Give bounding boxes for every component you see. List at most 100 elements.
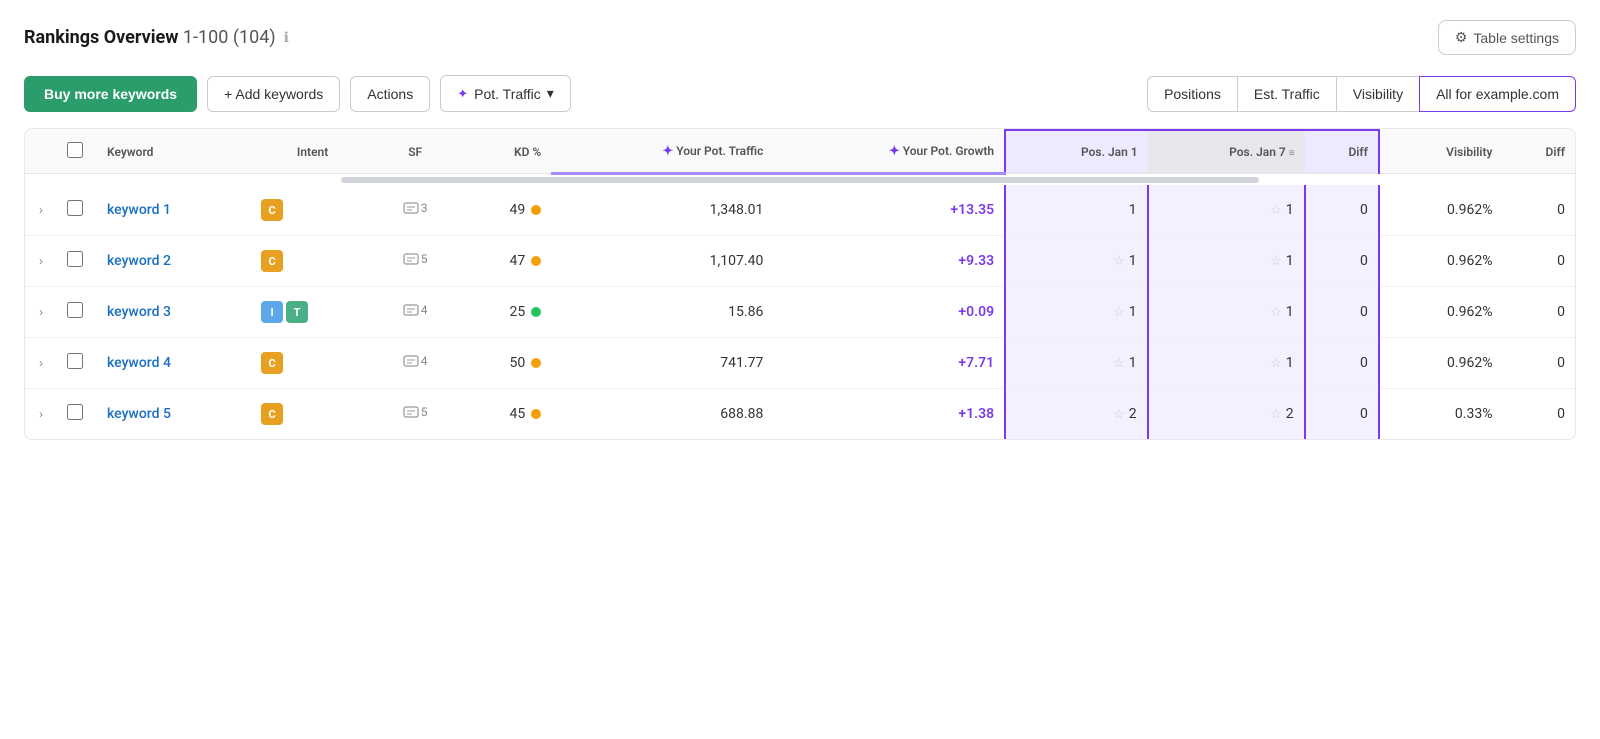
intent-cell: C	[251, 389, 374, 440]
expand-button[interactable]: ›	[35, 252, 47, 270]
star-icon: ☆	[1270, 254, 1282, 269]
actions-button[interactable]: Actions	[350, 76, 430, 112]
star-icon: ☆	[1270, 356, 1282, 371]
info-icon[interactable]: ℹ	[284, 30, 289, 46]
th-keyword[interactable]: Keyword	[97, 130, 251, 174]
checkbox-cell[interactable]	[57, 389, 97, 440]
expand-cell[interactable]: ›	[25, 236, 57, 287]
visibility-cell: 0.962%	[1379, 287, 1503, 338]
pot-growth-value: +1.38	[958, 406, 994, 422]
row-checkbox[interactable]	[67, 302, 83, 318]
est-traffic-tab[interactable]: Est. Traffic	[1237, 76, 1336, 112]
checkbox-cell[interactable]	[57, 185, 97, 236]
visibility-cell: 0.962%	[1379, 185, 1503, 236]
kd-cell: 45	[456, 389, 551, 440]
th-pos-jan7[interactable]: Pos. Jan 7 ≡	[1148, 130, 1305, 174]
th-visibility[interactable]: Visibility	[1379, 130, 1503, 174]
table-row: › keyword 2 C 5 47 1,107.40 +9.33	[25, 236, 1575, 287]
pos-jan7-value: 1	[1286, 202, 1294, 218]
star-icon: ☆	[1270, 407, 1282, 422]
keyword-link[interactable]: keyword 1	[107, 202, 171, 218]
keyword-link[interactable]: keyword 3	[107, 304, 171, 320]
th-sf[interactable]: SF	[374, 130, 456, 174]
rankings-table: Keyword Intent SF KD % ✦ Your Pot. Traff…	[25, 129, 1575, 439]
page-title: Rankings Overview 1-100 (104)	[24, 27, 276, 48]
visibility-tab[interactable]: Visibility	[1336, 76, 1419, 112]
th-pos-jan1[interactable]: Pos. Jan 1	[1005, 130, 1148, 174]
sort-icon[interactable]: ≡	[1289, 148, 1295, 159]
select-all-checkbox[interactable]	[67, 142, 83, 158]
expand-button[interactable]: ›	[35, 354, 47, 372]
sf-value: 5	[421, 405, 428, 419]
diff2-value: 0	[1557, 304, 1565, 320]
th-diff2[interactable]: Diff	[1502, 130, 1575, 174]
diff1-value: 0	[1360, 253, 1368, 269]
diff2-value: 0	[1557, 202, 1565, 218]
intent-badge-I: I	[261, 301, 283, 323]
diff1-cell: 0	[1305, 287, 1379, 338]
buy-keywords-button[interactable]: Buy more keywords	[24, 76, 197, 112]
kd-dot	[531, 205, 541, 215]
expand-button[interactable]: ›	[35, 201, 47, 219]
th-intent[interactable]: Intent	[251, 130, 374, 174]
th-diff1[interactable]: Diff	[1305, 130, 1379, 174]
th-pot-traffic[interactable]: ✦ Your Pot. Traffic	[551, 130, 773, 174]
scroll-bar[interactable]	[341, 177, 1259, 183]
diff2-cell: 0	[1502, 389, 1575, 440]
row-checkbox[interactable]	[67, 353, 83, 369]
visibility-cell: 0.962%	[1379, 338, 1503, 389]
kd-dot	[531, 307, 541, 317]
pot-traffic-cell: 1,107.40	[551, 236, 773, 287]
expand-button[interactable]: ›	[35, 405, 47, 423]
visibility-value: 0.962%	[1447, 253, 1492, 269]
kd-dot	[531, 358, 541, 368]
sf-icon: 5	[403, 251, 428, 267]
positions-tab[interactable]: Positions	[1147, 76, 1237, 112]
kd-value: 25	[510, 304, 526, 320]
add-keywords-button[interactable]: + Add keywords	[207, 76, 340, 112]
keyword-link[interactable]: keyword 2	[107, 253, 171, 269]
pot-growth-cell: +0.09	[773, 287, 1005, 338]
pos-jan1-cell: ☆ 1	[1005, 287, 1148, 338]
star-icon: ☆	[1113, 305, 1125, 320]
keyword-cell: keyword 5	[97, 389, 251, 440]
intent-badge-C: C	[261, 199, 283, 221]
row-checkbox[interactable]	[67, 404, 83, 420]
pos-jan7-cell: ☆ 1	[1148, 236, 1305, 287]
expand-cell[interactable]: ›	[25, 338, 57, 389]
keyword-link[interactable]: keyword 5	[107, 406, 171, 422]
pot-growth-value: +7.71	[958, 355, 994, 371]
table-body: › keyword 1 C 3 49 1,348.01 +13.35	[25, 185, 1575, 439]
expand-cell[interactable]: ›	[25, 185, 57, 236]
view-tabs: Positions Est. Traffic Visibility All fo…	[1147, 76, 1576, 112]
pos-jan7-value: 1	[1286, 253, 1294, 269]
th-kd[interactable]: KD %	[456, 130, 551, 174]
expand-cell[interactable]: ›	[25, 389, 57, 440]
checkbox-cell[interactable]	[57, 236, 97, 287]
expand-cell[interactable]: ›	[25, 287, 57, 338]
expand-button[interactable]: ›	[35, 303, 47, 321]
diff1-value: 0	[1360, 304, 1368, 320]
row-checkbox[interactable]	[67, 200, 83, 216]
pos-jan1-value: 1	[1129, 355, 1137, 371]
domain-tab[interactable]: All for example.com	[1419, 76, 1576, 112]
th-pot-growth[interactable]: ✦ Your Pot. Growth	[773, 130, 1005, 174]
chevron-down-icon: ▾	[547, 85, 554, 102]
table-header-row: Keyword Intent SF KD % ✦ Your Pot. Traff…	[25, 130, 1575, 174]
pos-jan7-value: 1	[1286, 304, 1294, 320]
pos-jan1-value: 1	[1129, 253, 1137, 269]
kd-cell: 47	[456, 236, 551, 287]
checkbox-cell[interactable]	[57, 338, 97, 389]
pos-jan1-cell: ☆ 2	[1005, 389, 1148, 440]
kd-cell: 49	[456, 185, 551, 236]
pot-traffic-button[interactable]: ✦ Pot. Traffic ▾	[440, 75, 571, 112]
table-settings-button[interactable]: ⚙ Table settings	[1438, 20, 1576, 55]
pos-jan1-value: 1	[1129, 304, 1137, 320]
keyword-cell: keyword 1	[97, 185, 251, 236]
sf-value: 4	[421, 303, 428, 317]
row-checkbox[interactable]	[67, 251, 83, 267]
diff2-cell: 0	[1502, 185, 1575, 236]
keyword-link[interactable]: keyword 4	[107, 355, 171, 371]
sf-icon: 3	[403, 200, 428, 216]
checkbox-cell[interactable]	[57, 287, 97, 338]
